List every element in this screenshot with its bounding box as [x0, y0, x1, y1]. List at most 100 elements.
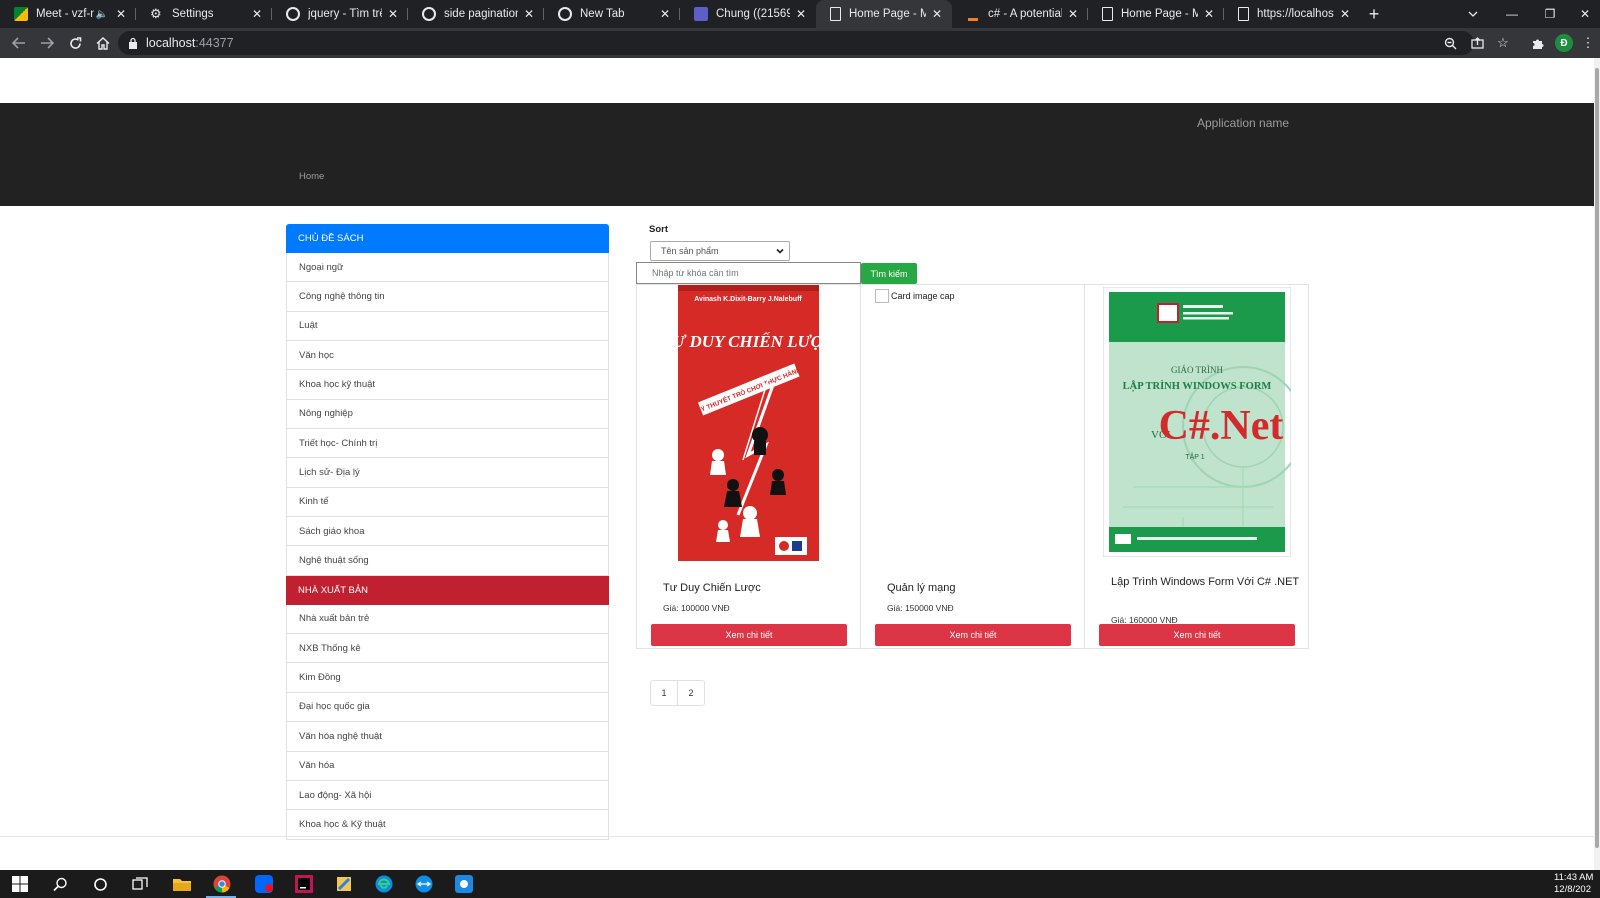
product-title: Lập Trình Windows Form Với C# .NET	[1111, 576, 1300, 588]
meet-icon	[14, 7, 28, 21]
chrome-icon[interactable]	[212, 874, 232, 894]
gear-icon: ⚙	[150, 6, 162, 21]
app-icon[interactable]	[454, 874, 474, 894]
sort-label: Sort	[649, 224, 668, 235]
zoom-icon[interactable]	[1437, 28, 1463, 58]
sort-select[interactable]: Tên sản phẩm	[650, 241, 790, 261]
page-icon	[830, 7, 841, 21]
browser-tab[interactable]: Home Page - My A ✕	[1088, 0, 1224, 28]
tab-search-chevron-icon[interactable]	[1454, 0, 1492, 28]
browser-tab[interactable]: side pagination an ✕	[408, 0, 544, 28]
close-icon[interactable]: ✕	[1066, 7, 1080, 21]
view-details-button[interactable]: Xem chi tiết	[651, 624, 847, 646]
app-name-link[interactable]: Application name	[1197, 116, 1289, 130]
more-menu-icon[interactable]: ⋮	[1578, 28, 1598, 58]
share-icon[interactable]	[1464, 28, 1490, 58]
zalo-icon[interactable]	[254, 874, 274, 894]
back-arrow-icon[interactable]	[6, 30, 32, 56]
page-link[interactable]: 1	[650, 680, 678, 706]
close-icon[interactable]: ✕	[1202, 7, 1216, 21]
close-icon[interactable]: ✕	[930, 7, 944, 21]
stackoverflow-icon	[966, 7, 980, 21]
sidebar-item-topic[interactable]: Lịch sử- Địa lý	[286, 458, 609, 488]
close-icon[interactable]: ✕	[1338, 7, 1352, 21]
page-scrollbar[interactable]	[1594, 58, 1600, 870]
product-title: Tư Duy Chiến Lược	[663, 582, 761, 594]
search-icon[interactable]	[50, 874, 70, 894]
scrollbar-thumb[interactable]	[1595, 68, 1599, 848]
sidebar-item-publisher[interactable]: Đại học quốc gia	[286, 692, 609, 723]
sidebar-item-publisher[interactable]: Văn hóa nghệ thuật	[286, 722, 609, 752]
sidebar-item-topic[interactable]: Nông nghiệp	[286, 399, 609, 430]
browser-tab[interactable]: Meet - vzf-ndc 🔈 ✕	[0, 0, 136, 28]
tab-title: Chung ((215690_1(	[716, 8, 790, 20]
browser-tab-strip: Meet - vzf-ndc 🔈 ✕ ⚙ Settings ✕ jquery -…	[0, 0, 1600, 28]
svg-text:LẬP TRÌNH WINDOWS FORM: LẬP TRÌNH WINDOWS FORM	[1123, 379, 1272, 392]
extensions-puzzle-icon[interactable]	[1524, 28, 1550, 58]
browser-tab[interactable]: New Tab ✕	[544, 0, 680, 28]
forward-arrow-icon[interactable]	[34, 30, 60, 56]
sidebar-item-topic[interactable]: Nghệ thuật sống	[286, 546, 609, 576]
sidebar-item-topic[interactable]: Triết học- Chính trị	[286, 429, 609, 459]
tab-title: New Tab	[580, 8, 625, 20]
tab-title: Home Page - My A	[1121, 8, 1198, 20]
clock-time: 11:43 AM	[1554, 872, 1594, 883]
speaker-muted-icon[interactable]: 🔈	[96, 9, 108, 20]
close-icon[interactable]: ✕	[114, 7, 128, 21]
new-tab-plus-icon[interactable]: +	[1360, 0, 1388, 28]
sidebar-item-publisher[interactable]: Lao động- Xã hội	[286, 780, 609, 811]
sidebar-item-publisher[interactable]: NXB Thống kê	[286, 634, 609, 664]
bookmark-star-icon[interactable]: ☆	[1490, 28, 1516, 58]
sidebar-item-topic[interactable]: Sách giáo khoa	[286, 517, 609, 547]
url-port: :44377	[195, 36, 234, 50]
teamviewer-icon[interactable]	[414, 874, 434, 894]
browser-tab[interactable]: ⚙ Settings ✕	[136, 0, 272, 28]
search-button[interactable]: Tìm kiếm	[861, 263, 917, 284]
close-icon[interactable]: ✕	[522, 7, 536, 21]
sidebar: CHỦ ĐỀ SÁCH Ngoại ngữ Công nghệ thông ti…	[286, 224, 609, 840]
sidebar-item-topic[interactable]: Kinh tế	[286, 487, 609, 518]
minimize-icon[interactable]: —	[1493, 0, 1531, 28]
browser-tab[interactable]: https://localhost:4 ✕	[1224, 0, 1360, 28]
close-icon[interactable]: ✕	[658, 7, 672, 21]
file-explorer-icon[interactable]	[172, 874, 192, 894]
sidebar-item-topic[interactable]: Luật	[286, 311, 609, 342]
sidebar-item-publisher[interactable]: Văn hóa	[286, 751, 609, 781]
restore-icon[interactable]: ❐	[1531, 0, 1569, 28]
browser-tab-active[interactable]: Home Page - My A ✕	[816, 0, 952, 28]
sidebar-item-publisher[interactable]: Nhà xuất bản trẻ	[286, 604, 609, 635]
address-bar[interactable]: localhost:44377	[118, 31, 1474, 55]
page-icon	[1238, 7, 1249, 21]
home-link[interactable]: Home	[299, 171, 324, 182]
close-icon[interactable]: ✕	[250, 7, 264, 21]
sidebar-item-topic[interactable]: Khoa học kỹ thuật	[286, 370, 609, 400]
close-icon[interactable]: ✕	[386, 7, 400, 21]
browser-tab[interactable]: jquery - Tìm trên G ✕	[272, 0, 408, 28]
edge-icon[interactable]	[374, 874, 394, 894]
search-input[interactable]: Nhập từ khóa cần tìm	[636, 262, 861, 284]
reload-icon[interactable]	[62, 30, 88, 56]
close-icon[interactable]: ✕	[794, 7, 808, 21]
sidebar-item-topic[interactable]: Ngoại ngữ	[286, 253, 609, 283]
google-icon	[422, 7, 436, 21]
browser-tab[interactable]: Chung ((215690_1( ✕	[680, 0, 816, 28]
browser-tab[interactable]: c# - A potentially d ✕	[952, 0, 1088, 28]
window-close-icon[interactable]: ✕	[1570, 0, 1600, 28]
task-view-icon[interactable]	[130, 874, 150, 894]
clock-date: 12/8/202	[1554, 884, 1591, 895]
sidebar-item-topic[interactable]: Văn học	[286, 341, 609, 371]
windows-start-icon[interactable]	[10, 874, 30, 894]
profile-avatar[interactable]: Đ	[1551, 28, 1577, 58]
cortana-icon[interactable]	[90, 874, 110, 894]
book-cover-strategy[interactable]: Avinash K.Dixit-Barry J.Nalebuff TƯ DUY …	[678, 285, 819, 561]
book-cover-csharp[interactable]: GIÁO TRÌNH LẬP TRÌNH WINDOWS FORM VỚI C#…	[1103, 287, 1291, 557]
page-link[interactable]: 2	[677, 680, 705, 706]
sidebar-item-topic[interactable]: Công nghệ thông tin	[286, 282, 609, 312]
rider-icon[interactable]	[294, 874, 314, 894]
sidebar-item-publisher[interactable]: Kim Đồng	[286, 663, 609, 693]
home-icon[interactable]	[90, 30, 116, 56]
view-details-button[interactable]: Xem chi tiết	[1099, 624, 1295, 646]
system-clock[interactable]: 11:43 AM 12/8/202	[1554, 872, 1600, 896]
paint-icon[interactable]	[334, 874, 354, 894]
view-details-button[interactable]: Xem chi tiết	[875, 624, 1071, 646]
